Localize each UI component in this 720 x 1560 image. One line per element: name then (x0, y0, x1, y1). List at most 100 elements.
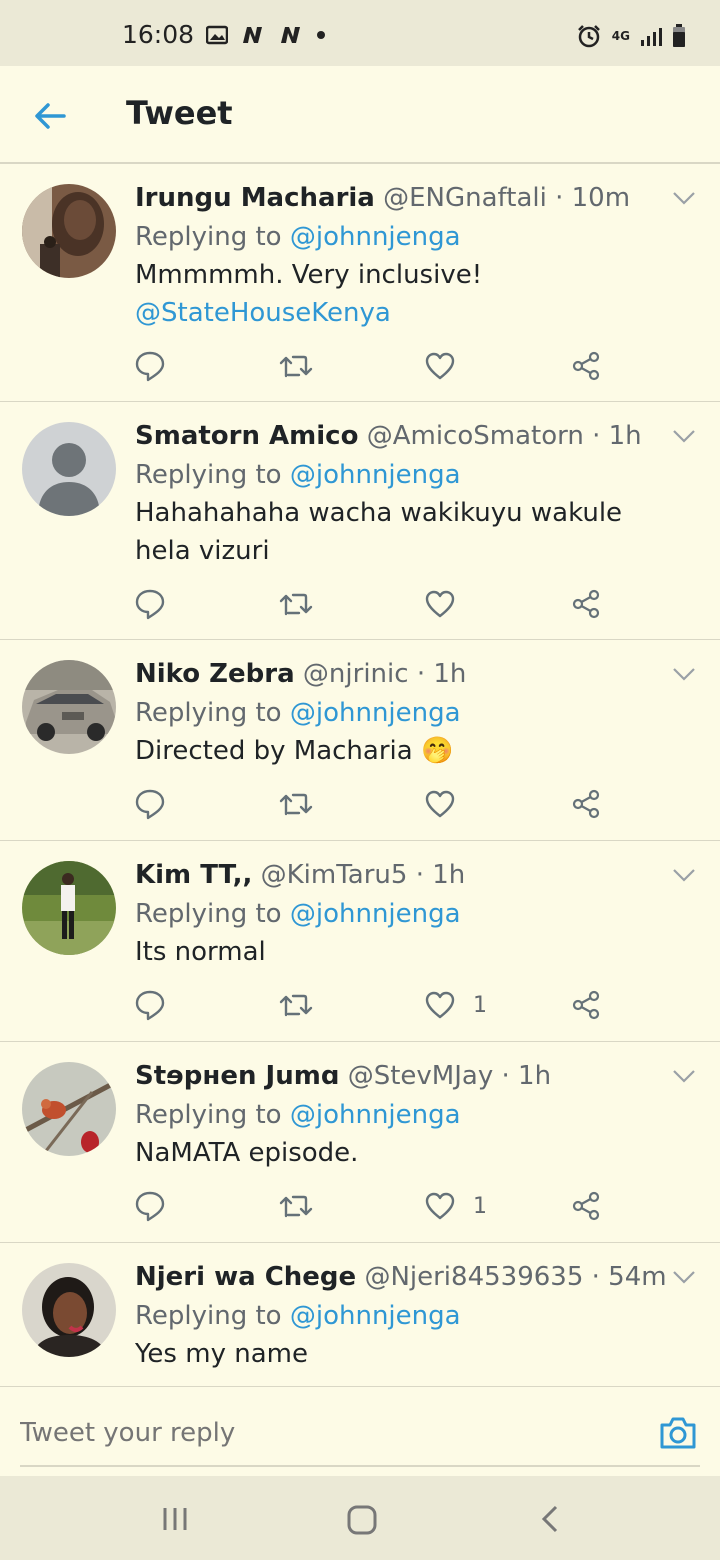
replying-to-handle[interactable]: @johnnjenga (290, 1100, 461, 1130)
chevron-down-icon[interactable] (672, 1068, 696, 1084)
comment-icon (135, 990, 165, 1021)
chevron-down-icon[interactable] (672, 1269, 696, 1285)
replying-to-label: Replying to (135, 698, 282, 728)
avatar[interactable] (22, 1062, 116, 1156)
like-button[interactable] (425, 786, 473, 822)
heart-icon (425, 790, 455, 818)
news-notification-icon-2 (281, 26, 301, 43)
share-icon (572, 789, 600, 819)
tweet-content: Stɘpнen Jumɑ @StevMJay · 1h Replying to … (135, 1058, 680, 1172)
user-handle[interactable]: @njrinic (303, 659, 409, 689)
like-button[interactable]: 1 (425, 987, 487, 1023)
gallery-notification-icon (206, 25, 229, 44)
tweet-header: Stɘpнen Jumɑ @StevMJay · 1h (135, 1058, 680, 1094)
retweet-icon (279, 793, 313, 816)
tweet-content: Njeri wa Chege @Njeri84539635 · 54m Repl… (135, 1259, 680, 1373)
display-name[interactable]: Smatorn Amico (135, 421, 358, 451)
reply-button[interactable] (135, 987, 165, 1023)
mention-link[interactable]: @StateHouseKenya (135, 294, 680, 332)
display-name[interactable]: Kim TT,, (135, 860, 252, 890)
replying-to-handle[interactable]: @johnnjenga (290, 222, 461, 252)
recent-apps-icon[interactable] (160, 1504, 190, 1534)
comment-icon (135, 789, 165, 820)
avatar[interactable] (22, 422, 116, 516)
share-button[interactable] (571, 987, 601, 1023)
avatar[interactable] (22, 1263, 116, 1357)
tweet-text: Hahahahaha wacha wakikuyu wakule hela vi… (135, 498, 623, 566)
status-right: 4G (576, 24, 686, 48)
avatar[interactable] (22, 660, 116, 754)
tweet-item[interactable]: Smatorn Amico @AmicoSmatorn · 1h Replyin… (0, 402, 720, 640)
share-button[interactable] (571, 1188, 601, 1224)
tweet-item[interactable]: Irungu Macharia @ENGnaftali · 10m Replyi… (0, 164, 720, 402)
retweet-button[interactable] (279, 786, 313, 822)
retweet-button[interactable] (279, 348, 313, 384)
back-arrow-icon[interactable] (30, 96, 70, 136)
back-nav-icon[interactable] (538, 1504, 562, 1534)
tweet-text-body: Mmmmmh. Very inclusive! (135, 260, 483, 290)
user-handle[interactable]: @StevMJay (348, 1061, 494, 1091)
home-icon[interactable] (346, 1504, 378, 1536)
chevron-down-icon[interactable] (672, 428, 696, 444)
reply-button[interactable] (135, 586, 165, 622)
tweet-actions (135, 786, 615, 826)
tweet-time: · 1h (415, 860, 466, 890)
reply-button[interactable] (135, 348, 165, 384)
replying-to-handle[interactable]: @johnnjenga (290, 1301, 461, 1331)
reply-input[interactable] (20, 1413, 620, 1453)
tweet-content: Irungu Macharia @ENGnaftali · 10m Replyi… (135, 180, 680, 332)
tweet-item[interactable]: Niko Zebra @njrinic · 1h Replying to @jo… (0, 640, 720, 841)
heart-icon (425, 991, 455, 1019)
alarm-icon (577, 25, 600, 48)
display-name[interactable]: Njeri wa Chege (135, 1262, 356, 1292)
retweet-button[interactable] (279, 987, 313, 1023)
avatar[interactable] (22, 861, 116, 955)
share-button[interactable] (571, 348, 601, 384)
top-app-bar: Tweet (0, 66, 720, 164)
chevron-down-icon[interactable] (672, 190, 696, 206)
user-handle[interactable]: @ENGnaftali (383, 183, 547, 213)
status-time: 16:08 (122, 20, 195, 49)
share-icon (572, 990, 600, 1020)
like-button[interactable] (425, 348, 473, 384)
display-name[interactable]: Niko Zebra (135, 659, 295, 689)
retweet-icon (279, 593, 313, 616)
tweet-item[interactable]: Stɘpнen Jumɑ @StevMJay · 1h Replying to … (0, 1042, 720, 1243)
display-name[interactable]: Stɘpнen Jumɑ (135, 1061, 339, 1091)
tweet-content: Smatorn Amico @AmicoSmatorn · 1h Replyin… (135, 418, 680, 570)
like-button[interactable]: 1 (425, 1188, 487, 1224)
retweet-button[interactable] (279, 586, 313, 622)
tweet-item[interactable]: Njeri wa Chege @Njeri84539635 · 54m Repl… (0, 1243, 720, 1386)
reply-button[interactable] (135, 786, 165, 822)
user-handle[interactable]: @Njeri84539635 (364, 1262, 583, 1292)
like-button[interactable] (425, 586, 473, 622)
retweet-button[interactable] (279, 1188, 313, 1224)
display-name[interactable]: Irungu Macharia (135, 183, 375, 213)
tweet-header: Niko Zebra @njrinic · 1h (135, 656, 680, 692)
tweet-item[interactable]: Kim TT,, @KimTaru5 · 1h Replying to @joh… (0, 841, 720, 1042)
replying-to-line: Replying to @johnnjenga (135, 456, 680, 494)
replying-to-handle[interactable]: @johnnjenga (290, 698, 461, 728)
reply-button[interactable] (135, 1188, 165, 1224)
comment-icon (135, 1191, 165, 1222)
like-count: 1 (473, 992, 487, 1018)
avatar[interactable] (22, 184, 116, 278)
comment-icon (135, 589, 165, 620)
chevron-down-icon[interactable] (672, 666, 696, 682)
tweet-actions: 1 (135, 1188, 615, 1228)
chevron-down-icon[interactable] (672, 867, 696, 883)
replying-to-line: Replying to @johnnjenga (135, 218, 680, 256)
reply-input-underline (20, 1465, 700, 1467)
network-type: 4G (611, 29, 630, 43)
user-handle[interactable]: @AmicoSmatorn (367, 421, 584, 451)
replying-to-handle[interactable]: @johnnjenga (290, 460, 461, 490)
tweet-time: · 1h (501, 1061, 552, 1091)
user-handle[interactable]: @KimTaru5 (261, 860, 408, 890)
share-button[interactable] (571, 586, 601, 622)
share-icon (572, 351, 600, 381)
replying-to-handle[interactable]: @johnnjenga (290, 899, 461, 929)
emoji: 🤭 (420, 736, 454, 766)
news-notification-icon (243, 26, 263, 43)
camera-icon[interactable] (658, 1413, 698, 1453)
share-button[interactable] (571, 786, 601, 822)
